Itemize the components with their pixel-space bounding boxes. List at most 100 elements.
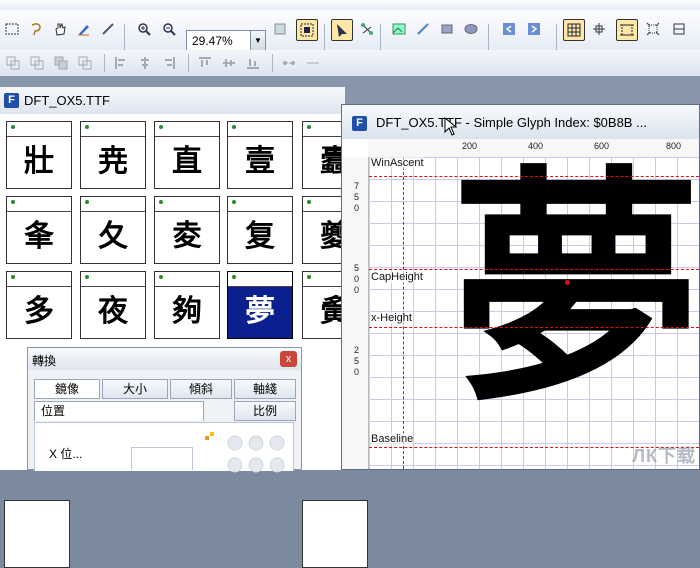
glyph-cell[interactable]: 夢 bbox=[227, 271, 293, 339]
import-icon[interactable] bbox=[500, 20, 518, 38]
rectangle-tool-icon[interactable] bbox=[438, 20, 456, 38]
zoom-level-value: 29.47% bbox=[192, 34, 233, 48]
anchor-grid[interactable] bbox=[225, 433, 287, 473]
image-icon[interactable] bbox=[390, 20, 408, 38]
glyph-status-dot bbox=[159, 200, 163, 204]
glyph-status-dot bbox=[11, 125, 15, 129]
main-toolbar: 29.47% ▼ bbox=[0, 10, 700, 51]
line-tool-icon[interactable] bbox=[414, 20, 432, 38]
lasso-icon[interactable] bbox=[27, 20, 45, 38]
glyph-status-dot bbox=[85, 275, 89, 279]
tab-size[interactable]: 大小 bbox=[102, 379, 168, 399]
distribute-icon[interactable] bbox=[280, 54, 298, 72]
ellipse-tool-icon[interactable] bbox=[462, 20, 480, 38]
metrics-toggle-icon[interactable] bbox=[616, 19, 638, 41]
pointer-tool-icon[interactable] bbox=[331, 19, 353, 41]
glyph-canvas[interactable]: 夢 WinAscent CapHeight x-Height Baseline bbox=[369, 157, 699, 469]
glyph-cell[interactable]: 夠 bbox=[154, 271, 220, 339]
paste-contour-icon[interactable] bbox=[28, 54, 46, 72]
hints-icon[interactable] bbox=[670, 20, 688, 38]
glyph-cell-header bbox=[155, 122, 219, 137]
node-tool-icon[interactable] bbox=[358, 20, 376, 38]
tab-mirror[interactable]: 鏡像 bbox=[34, 379, 100, 399]
glyph-status-dot bbox=[307, 275, 311, 279]
winascent-label: WinAscent bbox=[371, 157, 424, 169]
align-top-icon[interactable] bbox=[196, 54, 214, 72]
glyph-cell[interactable]: 多 bbox=[6, 271, 72, 339]
glyph-cell-header bbox=[81, 272, 145, 287]
fit-page-icon[interactable] bbox=[271, 20, 289, 38]
glyph-cell-header bbox=[155, 272, 219, 287]
glyph-cell[interactable]: 壹 bbox=[227, 121, 293, 189]
glyph-cell[interactable]: 夆 bbox=[6, 196, 72, 264]
glyph-cell[interactable] bbox=[302, 500, 368, 568]
pen-tool-icon[interactable] bbox=[75, 20, 93, 38]
tab-position[interactable]: 位置 bbox=[34, 401, 204, 421]
glyph-cell[interactable]: 直 bbox=[154, 121, 220, 189]
transform-pane: X 位... bbox=[34, 422, 294, 473]
align-right-icon[interactable] bbox=[160, 54, 178, 72]
glyph-cell-char: 直 bbox=[172, 144, 202, 179]
baseline-label: Baseline bbox=[371, 433, 414, 445]
watermark: ЛК下载 bbox=[632, 446, 696, 466]
copy-contour-icon[interactable] bbox=[4, 54, 22, 72]
separator bbox=[556, 24, 557, 50]
intersect-icon[interactable] bbox=[76, 54, 94, 72]
glyph-cell[interactable]: 夌 bbox=[154, 196, 220, 264]
guides-icon[interactable] bbox=[590, 20, 608, 38]
glyph-cell-header bbox=[81, 122, 145, 137]
fit-window-icon[interactable] bbox=[296, 19, 318, 41]
close-icon[interactable]: x bbox=[280, 351, 297, 367]
separator bbox=[324, 24, 325, 50]
secondary-toolbar bbox=[0, 50, 700, 77]
export-icon[interactable] bbox=[525, 20, 543, 38]
position-anchor-icon bbox=[205, 431, 215, 441]
glyph-status-dot bbox=[232, 200, 236, 204]
tab-axis[interactable]: 軸綫 bbox=[234, 379, 296, 399]
glyph-cell-char: 夠 bbox=[172, 294, 202, 329]
select-rect-icon[interactable] bbox=[3, 20, 21, 38]
x-position-label: X 位... bbox=[49, 447, 83, 461]
glyph-status-dot bbox=[85, 200, 89, 204]
glyph-status-dot bbox=[307, 200, 311, 204]
tab-scale[interactable]: 比例 bbox=[234, 401, 296, 421]
winascent-line[interactable] bbox=[369, 176, 699, 177]
knife-icon[interactable] bbox=[99, 20, 117, 38]
align-left-icon[interactable] bbox=[112, 54, 130, 72]
xheight-line[interactable] bbox=[369, 327, 699, 328]
space-icon[interactable] bbox=[304, 54, 322, 72]
hand-icon[interactable] bbox=[51, 20, 69, 38]
x-position-input[interactable] bbox=[131, 447, 193, 470]
align-center-icon[interactable] bbox=[136, 54, 154, 72]
glyph-cell[interactable]: 尭 bbox=[80, 121, 146, 189]
separator bbox=[188, 54, 189, 72]
grid-toggle-icon[interactable] bbox=[563, 19, 585, 41]
zoom-out-icon[interactable] bbox=[160, 20, 178, 38]
transform-dialog-title: 轉換 bbox=[32, 354, 57, 368]
zoom-level-select[interactable]: 29.47% ▼ bbox=[186, 30, 266, 51]
align-middle-icon[interactable] bbox=[220, 54, 238, 72]
chevron-down-icon[interactable]: ▼ bbox=[250, 31, 265, 50]
glyph-outline[interactable]: 夢 bbox=[451, 157, 699, 439]
glyph-status-dot bbox=[159, 275, 163, 279]
ruler-tick-label: 2 5 0 bbox=[354, 345, 360, 377]
glyph-cell[interactable]: 夂 bbox=[80, 196, 146, 264]
zoom-in-icon[interactable] bbox=[135, 20, 153, 38]
glyph-cell[interactable] bbox=[4, 500, 70, 568]
capheight-line[interactable] bbox=[369, 269, 699, 270]
glyph-cell[interactable]: 复 bbox=[227, 196, 293, 264]
align-bottom-icon[interactable] bbox=[244, 54, 262, 72]
tab-skew[interactable]: 傾斜 bbox=[170, 379, 232, 399]
glyph-cell[interactable]: 壯 bbox=[6, 121, 72, 189]
ruler-tick-label: 400 bbox=[528, 141, 544, 151]
separator bbox=[272, 54, 273, 72]
transform-dialog-titlebar[interactable]: 轉換 x bbox=[28, 348, 301, 370]
ruler-tick-label: 5 0 0 bbox=[354, 263, 360, 295]
union-icon[interactable] bbox=[52, 54, 70, 72]
font-window-titlebar[interactable]: F DFT_OX5.TTF bbox=[0, 87, 345, 113]
snap-icon[interactable] bbox=[644, 20, 662, 38]
glyph-cell-header bbox=[155, 197, 219, 212]
glyph-cell[interactable]: 夜 bbox=[80, 271, 146, 339]
glyph-window-titlebar[interactable]: F DFT_OX5.TTF - Simple Glyph Index: $0B8… bbox=[342, 105, 699, 139]
selected-point[interactable] bbox=[565, 280, 570, 285]
